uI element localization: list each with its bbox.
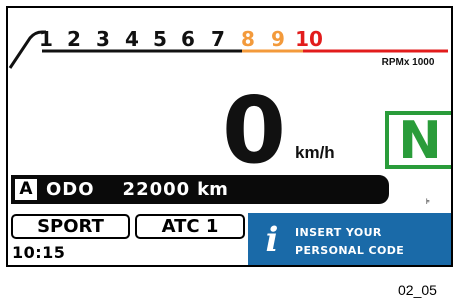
tachometer-label-6: 6 xyxy=(181,27,195,51)
speed-unit: km/h xyxy=(295,143,335,162)
tachometer-label-1: 1 xyxy=(39,27,53,51)
tachometer-label-9: 9 xyxy=(271,27,285,51)
odometer-unit: km xyxy=(197,179,228,200)
dashboard-display: 1 2 3 4 5 6 7 8 9 10 RPMx 1000 0 km/h N A ODO 2200… xyxy=(6,6,453,267)
odometer-mode: A xyxy=(15,179,37,200)
info-icon: i xyxy=(265,220,279,260)
tachometer-label-10: 10 xyxy=(295,27,323,51)
odometer-bar: A ODO 22000 km xyxy=(11,175,389,204)
message-line-2: PERSONAL CODE xyxy=(295,244,405,257)
message-line-1: INSERT YOUR xyxy=(295,226,382,239)
odometer-label: ODO xyxy=(46,179,95,200)
tachometer-label-3: 3 xyxy=(96,27,110,51)
tachometer-unit-label: RPMx 1000 xyxy=(382,57,435,68)
tachometer-label-7: 7 xyxy=(211,27,225,51)
gear-indicator: N xyxy=(385,111,451,169)
figure-caption: 02_05 xyxy=(398,282,437,298)
small-tick-icon: ⊧ xyxy=(426,197,431,206)
traction-control-indicator: ATC 1 xyxy=(135,214,245,239)
tachometer-label-8: 8 xyxy=(241,27,255,51)
odometer-value: 22000 xyxy=(122,179,191,200)
clock: 10:15 xyxy=(12,243,66,262)
tachometer-label-4: 4 xyxy=(125,27,139,51)
tachometer-label-5: 5 xyxy=(153,27,167,51)
message-panel: i INSERT YOUR PERSONAL CODE xyxy=(248,213,451,265)
speed-value: 0 xyxy=(221,77,286,184)
tachometer-label-2: 2 xyxy=(67,27,81,51)
ride-mode-indicator: SPORT xyxy=(11,214,130,239)
